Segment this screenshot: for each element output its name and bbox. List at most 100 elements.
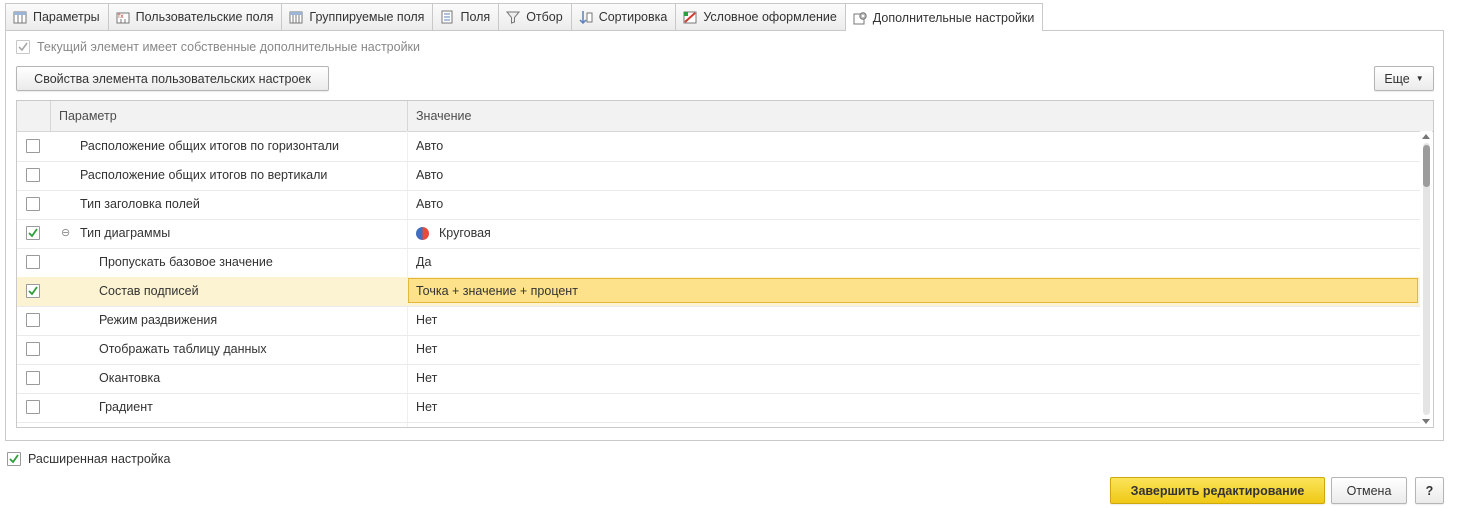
table-row[interactable]: Отображать таблицу данных Нет (17, 335, 1420, 365)
param-name: Расположение общих итогов по вертикали (80, 168, 328, 182)
tab-fields[interactable]: Поля (432, 3, 500, 30)
checkmark-icon (18, 42, 28, 52)
param-value[interactable]: Нет (416, 306, 437, 335)
tab-label: Пользовательские поля (135, 10, 274, 24)
param-name: Окантовка (99, 371, 161, 385)
extended-settings-checkbox[interactable]: Расширенная настройка (7, 452, 170, 466)
tab-conditional-format[interactable]: Условное оформление (675, 3, 846, 30)
param-value-text: Авто (416, 139, 444, 153)
param-value-text: Круговая (439, 226, 491, 240)
param-value-text: Авто (416, 197, 444, 211)
sort-icon (578, 9, 594, 25)
param-value-text: Нет (416, 400, 438, 414)
additional-settings-icon (852, 10, 868, 26)
param-value-text: Нет (416, 313, 438, 327)
param-value[interactable]: Нет (416, 393, 437, 422)
vertical-scrollbar[interactable] (1420, 131, 1432, 427)
row-checkbox[interactable] (26, 255, 40, 269)
checkmark-icon (9, 454, 19, 464)
table-row[interactable]: Окантовка Нет (17, 364, 1420, 394)
chevron-down-icon: ▼ (1415, 74, 1424, 83)
param-value-text: Нет (416, 342, 438, 356)
row-checkbox[interactable] (26, 371, 40, 385)
tab-label: Параметры (33, 10, 100, 24)
param-value-text: Да (416, 255, 432, 269)
tab-label: Поля (460, 10, 491, 24)
scroll-up-icon[interactable] (1422, 134, 1430, 139)
tab-filter[interactable]: Отбор (498, 3, 572, 30)
row-checkbox[interactable] (26, 313, 40, 327)
row-checkbox[interactable] (26, 226, 40, 240)
more-button-label: Еще (1384, 71, 1410, 86)
table-row[interactable]: ⊖ Тип диаграммы Круговая (17, 219, 1420, 249)
scroll-down-icon[interactable] (1422, 419, 1430, 424)
param-value-text: Точка + значение + процент (416, 284, 578, 298)
row-checkbox[interactable] (26, 197, 40, 211)
param-name: Пропускать базовое значение (99, 255, 273, 269)
column-header-value[interactable]: Значение (416, 101, 471, 131)
own-settings-label: Текущий элемент имеет собственные дополн… (37, 40, 421, 54)
extended-settings-check[interactable] (7, 452, 21, 466)
param-value[interactable]: Авто (416, 161, 443, 190)
table-header: Параметр Значение (17, 101, 1433, 132)
param-value[interactable]: Да (416, 248, 431, 277)
user-fields-icon: fx (115, 9, 131, 25)
tab-user-fields[interactable]: fx Пользовательские поля (107, 3, 283, 30)
tab-label: Сортировка (598, 10, 668, 24)
parameters-icon (12, 9, 28, 25)
param-value[interactable]: Нет (416, 335, 437, 364)
param-value-text: Авто (416, 168, 444, 182)
more-button[interactable]: Еще ▼ (1374, 66, 1434, 91)
param-value[interactable]: Авто (416, 132, 443, 161)
filter-icon (505, 9, 521, 25)
param-value[interactable]: Круговая (416, 219, 491, 248)
finish-editing-button[interactable]: Завершить редактирование (1110, 477, 1325, 504)
svg-text:fx: fx (118, 13, 124, 20)
collapse-icon[interactable]: ⊖ (61, 219, 70, 248)
tab-sort[interactable]: Сортировка (570, 3, 677, 30)
row-checkbox[interactable] (26, 400, 40, 414)
table-row[interactable]: Расположение общих итогов по горизонтали… (17, 132, 1420, 162)
own-settings-checkbox[interactable]: Текущий элемент имеет собственные дополн… (16, 40, 420, 54)
row-checkbox[interactable] (26, 139, 40, 153)
param-value[interactable]: Нет (416, 364, 437, 393)
table-row[interactable]: Тип заголовка полей Авто (17, 190, 1420, 220)
param-name: Состав подписей (99, 284, 199, 298)
row-checkbox[interactable] (26, 284, 40, 298)
param-name: Режим раздвижения (99, 313, 218, 327)
pie-chart-icon (416, 227, 429, 240)
table-row[interactable]: Градиент Нет (17, 393, 1420, 423)
row-checkbox[interactable] (26, 168, 40, 182)
fields-icon (439, 9, 455, 25)
grouping-fields-icon (288, 9, 304, 25)
user-settings-properties-button[interactable]: Свойства элемента пользовательских настр… (16, 66, 329, 91)
param-value-text: Нет (416, 371, 438, 385)
checkmark-icon (28, 228, 38, 238)
tab-bar: Параметры fx Пользовательские поля Групп… (5, 3, 1044, 31)
row-checkbox[interactable] (26, 342, 40, 356)
tab-parameters[interactable]: Параметры (5, 3, 109, 30)
param-value[interactable]: Точка + значение + процент (416, 277, 578, 306)
tab-label: Группируемые поля (309, 10, 425, 24)
table-row[interactable]: Расположение общих итогов по вертикали Ав… (17, 161, 1420, 191)
own-settings-check[interactable] (16, 40, 30, 54)
help-button[interactable]: ? (1415, 477, 1444, 504)
settings-table: Параметр Значение Расположение общих ито… (16, 100, 1434, 428)
scroll-thumb[interactable] (1423, 145, 1430, 187)
table-row[interactable]: Состав подписей Точка + значение + процен… (17, 277, 1420, 307)
table-row[interactable]: Пропускать базовое значение Да (17, 248, 1420, 278)
param-name: Отображать таблицу данных (99, 342, 267, 356)
tab-label: Отбор (526, 10, 563, 24)
param-name: Тип диаграммы (80, 226, 171, 240)
param-name: Градиент (99, 400, 153, 414)
tab-label: Дополнительные настройки (872, 10, 1035, 25)
cancel-button[interactable]: Отмена (1331, 477, 1407, 504)
tab-additional-settings[interactable]: Дополнительные настройки (844, 3, 1044, 31)
column-header-param[interactable]: Параметр (59, 101, 117, 131)
tab-grouping-fields[interactable]: Группируемые поля (281, 3, 434, 30)
table-row[interactable]: Режим раздвижения Нет (17, 306, 1420, 336)
conditional-format-icon (682, 9, 698, 25)
param-value[interactable]: Авто (416, 190, 443, 219)
param-name: Расположение общих итогов по горизонтали (80, 139, 340, 153)
extended-settings-label: Расширенная настройка (28, 452, 171, 466)
